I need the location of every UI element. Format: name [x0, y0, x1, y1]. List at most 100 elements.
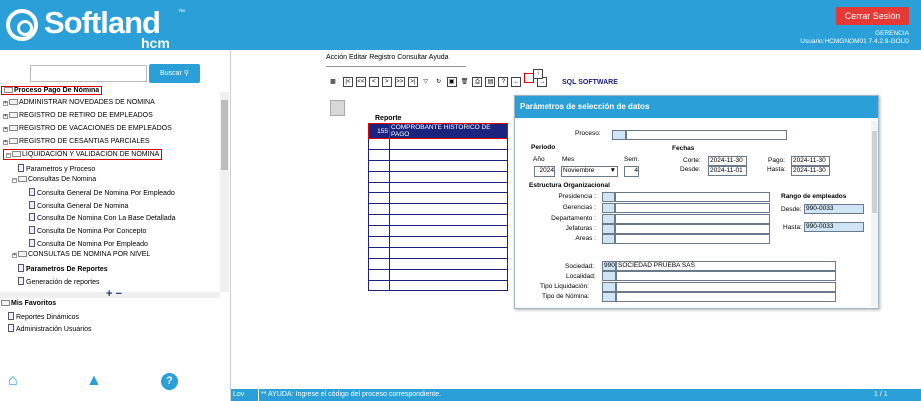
tree-item-consulta-1[interactable]: Consulta General De Nomina Por Empleado: [29, 188, 175, 197]
table-row[interactable]: [368, 159, 508, 172]
cell[interactable]: [368, 181, 390, 194]
cell[interactable]: [368, 246, 390, 259]
table-row[interactable]: 155 COMPROBANTE HISTORICO DE PAGO: [368, 123, 508, 139]
cell[interactable]: [368, 225, 390, 238]
cell[interactable]: [368, 192, 390, 205]
areas-code[interactable]: [602, 234, 615, 244]
export-icon[interactable]: ▤: [485, 77, 496, 87]
next-page-icon[interactable]: >>: [394, 77, 405, 87]
side-document-icon[interactable]: [330, 100, 345, 116]
localidad-code[interactable]: [602, 271, 616, 281]
next-icon[interactable]: >: [381, 77, 392, 87]
cell[interactable]: [368, 138, 390, 150]
cell[interactable]: [389, 203, 508, 216]
prev-icon[interactable]: <: [368, 77, 379, 87]
prev-page-icon[interactable]: <<: [355, 77, 366, 87]
cell[interactable]: [389, 214, 508, 227]
pago-field[interactable]: 2024-11-30: [791, 156, 830, 166]
table-row[interactable]: [368, 192, 508, 205]
sociedad-name[interactable]: SOCIEDAD PRUEBA SAS: [616, 261, 836, 271]
filter-icon[interactable]: ▽: [420, 78, 431, 88]
gerencias-code[interactable]: [602, 203, 615, 213]
table-row[interactable]: [368, 268, 508, 281]
menu-accion[interactable]: Acción: [326, 54, 347, 61]
tree-item-generacion[interactable]: Generación de reportes: [18, 277, 100, 286]
menu-ayuda[interactable]: Ayuda: [429, 54, 449, 61]
tree-item-consultas-nivel[interactable]: + CONSULTAS DE NOMINA POR NIVEL: [12, 251, 150, 258]
rango-hasta-field[interactable]: 990-0033: [804, 222, 864, 232]
tree-item-novedades[interactable]: + ADMINISTRAR NOVEDADES DE NOMINA: [3, 99, 155, 106]
tree-item-cesantias[interactable]: + REGISTRO DE CESANTIAS PARCIALES: [3, 138, 150, 145]
localidad-name[interactable]: [616, 271, 836, 281]
areas-name[interactable]: [615, 234, 770, 244]
cell[interactable]: [389, 246, 508, 259]
help-small-icon[interactable]: ?: [498, 77, 509, 87]
tree-item-parametros[interactable]: Parametros y Proceso: [18, 164, 95, 173]
tipo-nomina-code[interactable]: [602, 292, 616, 302]
refresh-icon[interactable]: ↻: [433, 78, 444, 88]
tipo-liquidacion-code[interactable]: [602, 282, 616, 292]
anio-field[interactable]: 2024: [534, 166, 555, 177]
cell[interactable]: [389, 236, 508, 248]
gerencias-name[interactable]: [615, 203, 770, 213]
cell[interactable]: [368, 257, 390, 270]
menu-editar[interactable]: Editar: [349, 54, 367, 61]
search-button[interactable]: Buscar ⚲: [149, 64, 200, 83]
expand-collapse-all[interactable]: + −: [106, 288, 122, 300]
mes-select[interactable]: Noviembre ▼: [561, 166, 618, 177]
table-row[interactable]: [368, 203, 508, 216]
tree-item-consulta-2[interactable]: Consulta General De Nomina: [29, 201, 128, 210]
tree-scroll-thumb[interactable]: [221, 100, 228, 170]
tree-item-consulta-5[interactable]: Consulta De Nomina Por Empleado: [29, 239, 148, 248]
window-up-icon[interactable]: ↑: [533, 69, 543, 79]
cell[interactable]: [389, 148, 508, 161]
cell[interactable]: [368, 268, 390, 281]
cell[interactable]: [389, 192, 508, 205]
tree-root[interactable]: Proceso Pago De Nómina: [1, 86, 103, 95]
table-row[interactable]: [368, 148, 508, 161]
toolbar-menu-icon[interactable]: ▩: [326, 78, 340, 88]
cell[interactable]: [368, 214, 390, 227]
presidencia-name[interactable]: [615, 192, 770, 202]
tree-item-retiro[interactable]: + REGISTRO DE RETIRO DE EMPLEADOS: [3, 112, 153, 119]
cell[interactable]: [368, 159, 390, 172]
menu-registro[interactable]: Registro: [369, 54, 395, 61]
logout-button[interactable]: Cerrar Sesión: [836, 7, 909, 25]
cell[interactable]: [368, 148, 390, 161]
sociedad-code[interactable]: 990: [602, 261, 616, 271]
cell[interactable]: [368, 236, 390, 248]
delete-icon[interactable]: 🗑: [459, 78, 470, 88]
cell[interactable]: [389, 268, 508, 281]
tree-item-consultas[interactable]: − Consultas De Nomina: [12, 176, 96, 183]
report-name[interactable]: COMPROBANTE HISTORICO DE PAGO: [389, 123, 508, 139]
proceso-name-field[interactable]: [626, 130, 787, 140]
tree-item-liquidacion[interactable]: − LIQUIDACIÓN Y VALIDACIÓN DE NÓMINA: [3, 149, 163, 160]
help-icon[interactable]: ?: [161, 373, 178, 390]
proceso-code-field[interactable]: [612, 130, 626, 140]
table-row[interactable]: [368, 181, 508, 194]
cell[interactable]: [389, 170, 508, 183]
fav-item-usuarios[interactable]: Administración Usuarios: [8, 324, 91, 333]
rango-desde-field[interactable]: 990-0033: [804, 204, 864, 214]
tipo-nomina-name[interactable]: [616, 292, 836, 302]
cell[interactable]: [389, 138, 508, 150]
fav-item-reportes[interactable]: Reportes Dinámicos: [8, 312, 79, 321]
window-left-icon[interactable]: ←: [511, 77, 522, 87]
tree-item-param-reportes[interactable]: Parametros De Reportes: [18, 264, 108, 273]
search-input[interactable]: [30, 65, 147, 82]
cell[interactable]: [389, 181, 508, 194]
cell[interactable]: [368, 279, 390, 292]
favoritos-root[interactable]: Mis Favoritos: [1, 300, 56, 307]
menu-consultar[interactable]: Consultar: [397, 54, 427, 61]
tree-item-vacaciones[interactable]: + REGISTRO DE VACACIONES DE EMPLEADOS: [3, 125, 172, 132]
departamento-code[interactable]: [602, 214, 615, 224]
first-icon[interactable]: |<: [342, 77, 353, 87]
jefaturas-name[interactable]: [615, 224, 770, 234]
jefaturas-code[interactable]: [602, 224, 615, 234]
tipo-liquidacion-name[interactable]: [616, 282, 836, 292]
presidencia-code[interactable]: [602, 192, 615, 202]
desde-field[interactable]: 2024-11-01: [708, 166, 747, 176]
table-row[interactable]: [368, 214, 508, 227]
table-row[interactable]: [368, 279, 508, 292]
hasta-field[interactable]: 2024-11-30: [791, 166, 830, 176]
